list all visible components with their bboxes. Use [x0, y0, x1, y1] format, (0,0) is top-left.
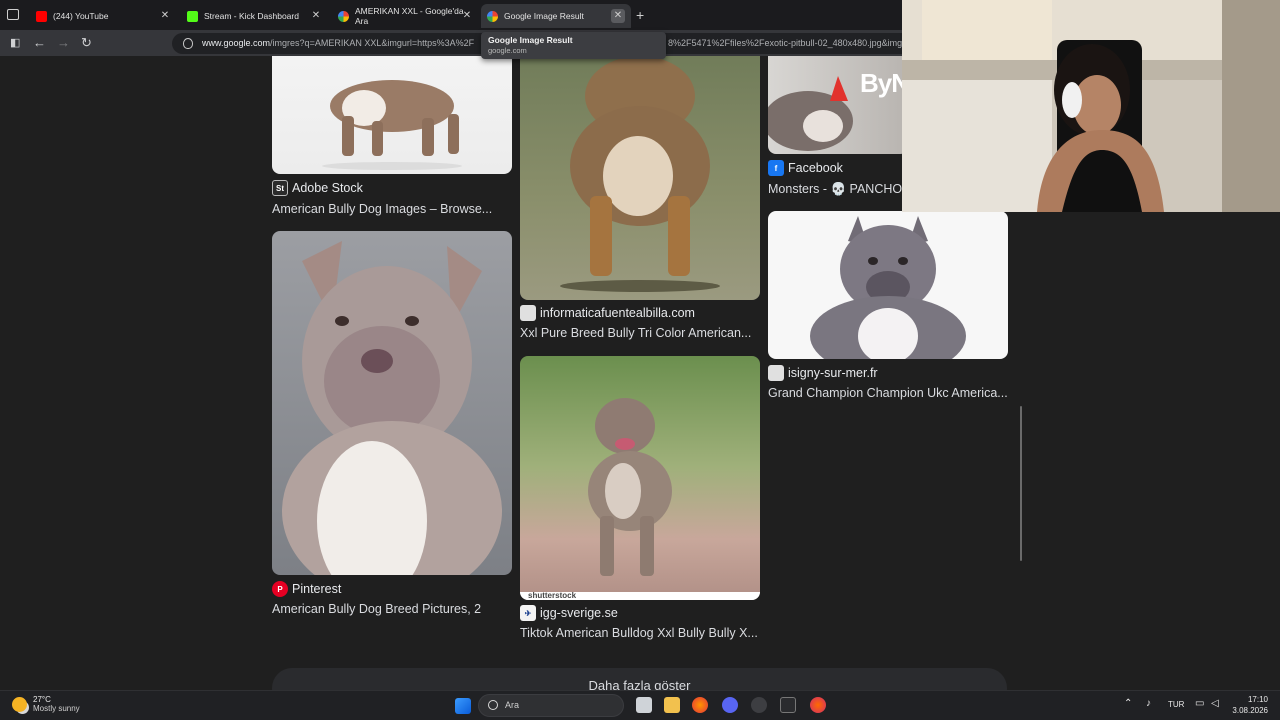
result-source[interactable]: St Adobe Stock: [272, 180, 363, 196]
tab-kick[interactable]: Stream - Kick Dashboard ✕: [181, 4, 329, 28]
tray-overflow-icon[interactable]: ⌃: [1124, 698, 1132, 709]
url-tail: 8%2F5471%2Ffiles%2Fexotic-pitbull-02_480…: [668, 38, 903, 48]
webcam-overlay: [902, 0, 1280, 212]
tab-google-search[interactable]: AMERIKAN XXL - Google'da Ara ✕: [332, 4, 480, 28]
new-tab-button[interactable]: +: [636, 7, 644, 23]
file-explorer-icon[interactable]: [664, 697, 680, 713]
start-icon[interactable]: [455, 698, 471, 714]
adobe-stock-icon: St: [272, 180, 288, 196]
result-source[interactable]: P Pinterest: [272, 581, 341, 597]
result-caption[interactable]: American Bully Dog Breed Pictures, 2: [272, 602, 512, 616]
language-indicator[interactable]: TUR: [1168, 700, 1184, 709]
tab-title: Google Image Result: [504, 11, 584, 21]
volume-icon[interactable]: ◁: [1211, 698, 1219, 709]
dog-image: [560, 56, 720, 292]
kick-icon: [187, 10, 198, 22]
epic-games-icon[interactable]: [780, 697, 796, 713]
result-source[interactable]: f Facebook: [768, 160, 843, 176]
close-tab-icon[interactable]: ✕: [158, 9, 172, 23]
weather-widget[interactable]: 27°C Mostly sunny: [12, 695, 80, 713]
youtube-icon: [36, 10, 47, 22]
pinterest-icon: P: [272, 581, 288, 597]
result-image-informatica[interactable]: [520, 56, 760, 300]
bynoot-logo: ByN: [860, 68, 908, 98]
tooltip-domain: google.com: [488, 46, 527, 55]
result-image-facebook[interactable]: ByN: [768, 56, 908, 154]
tab-title: Stream - Kick Dashboard: [204, 11, 299, 21]
tab-google-image-result[interactable]: Google Image Result ✕: [481, 4, 631, 28]
site-favicon-icon: ✈: [520, 605, 536, 621]
result-image-pinterest[interactable]: [272, 231, 512, 575]
source-name: igg-sverige.se: [540, 606, 618, 620]
search-icon: [488, 700, 498, 710]
tab-title: AMERIKAN XXL - Google'da Ara: [355, 6, 464, 26]
taskbar: 27°C Mostly sunny Ara ⌃ ♪ TUR ▭ ◁ 17:10 …: [0, 690, 1280, 720]
result-image-adobe[interactable]: [272, 56, 512, 174]
browser-icon[interactable]: [810, 697, 826, 713]
result-caption[interactable]: Tiktok American Bulldog Xxl Bully Bully …: [520, 626, 760, 640]
google-icon: [338, 10, 349, 22]
result-source[interactable]: informaticafuentealbilla.com: [520, 305, 695, 321]
shutterstock-watermark: shutterstock: [528, 591, 577, 600]
task-view-icon[interactable]: [636, 697, 652, 713]
close-tab-icon[interactable]: ✕: [611, 9, 625, 23]
weather-icon: [12, 696, 27, 712]
tab-youtube[interactable]: (244) YouTube ✕: [30, 4, 178, 28]
google-icon: [487, 10, 498, 22]
source-name: Pinterest: [292, 582, 342, 596]
firefox-icon[interactable]: [692, 697, 708, 713]
clock[interactable]: 17:10 3.08.2026: [1230, 694, 1268, 716]
dog-image: [520, 398, 760, 600]
discord-icon[interactable]: [722, 697, 738, 713]
temperature: 27°C: [33, 695, 51, 704]
search-label: Ara: [505, 700, 520, 710]
source-name: informaticafuentealbilla.com: [540, 306, 695, 320]
site-info-icon[interactable]: [183, 38, 193, 49]
result-source[interactable]: ✈ igg-sverige.se: [520, 605, 618, 621]
reload-icon[interactable]: ↻: [81, 35, 92, 51]
result-image-isigny[interactable]: [768, 211, 1008, 359]
result-source[interactable]: isigny-sur-mer.fr: [768, 365, 878, 381]
tab-title: (244) YouTube: [53, 11, 109, 21]
app-icon[interactable]: [751, 697, 767, 713]
tooltip-title: Google Image Result: [488, 35, 573, 45]
time: 17:10: [1247, 695, 1268, 704]
result-caption[interactable]: Monsters - 💀 PANCHO: [768, 182, 904, 197]
dog-image: [322, 80, 462, 170]
result-caption[interactable]: Xxl Pure Breed Bully Tri Color American.…: [520, 326, 760, 340]
back-icon[interactable]: ←: [33, 35, 46, 51]
weather-description: Mostly sunny: [33, 704, 80, 713]
close-tab-icon[interactable]: ✕: [460, 9, 474, 23]
facebook-icon: f: [768, 160, 784, 176]
webcam-image: [902, 0, 1280, 212]
close-tab-icon[interactable]: ✕: [309, 9, 323, 23]
sidebar-icon[interactable]: ◧: [10, 35, 20, 51]
source-name: isigny-sur-mer.fr: [788, 366, 878, 380]
show-more-label: Daha fazla göster: [588, 678, 691, 690]
dog-image: [282, 241, 502, 575]
site-favicon-icon: [768, 365, 784, 381]
taskbar-search[interactable]: Ara: [478, 694, 624, 717]
source-name: Adobe Stock: [292, 181, 363, 195]
network-icon[interactable]: ▭: [1195, 698, 1204, 709]
tab-tooltip: Google Image Result google.com: [481, 32, 666, 59]
result-caption[interactable]: Grand Champion Champion Ukc America...: [768, 386, 1008, 400]
microphone-icon[interactable]: ♪: [1146, 698, 1151, 709]
date: 3.08.2026: [1232, 706, 1268, 715]
scrollbar[interactable]: [1020, 406, 1022, 561]
forward-icon[interactable]: →: [57, 35, 70, 51]
site-favicon-icon: [520, 305, 536, 321]
result-caption[interactable]: American Bully Dog Images – Browse...: [272, 202, 512, 216]
dog-image: [810, 216, 966, 359]
tab-search-icon[interactable]: [7, 9, 19, 20]
show-more-button[interactable]: Daha fazla göster: [272, 668, 1007, 690]
source-name: Facebook: [788, 161, 843, 175]
result-image-igg[interactable]: shutterstock: [520, 356, 760, 600]
